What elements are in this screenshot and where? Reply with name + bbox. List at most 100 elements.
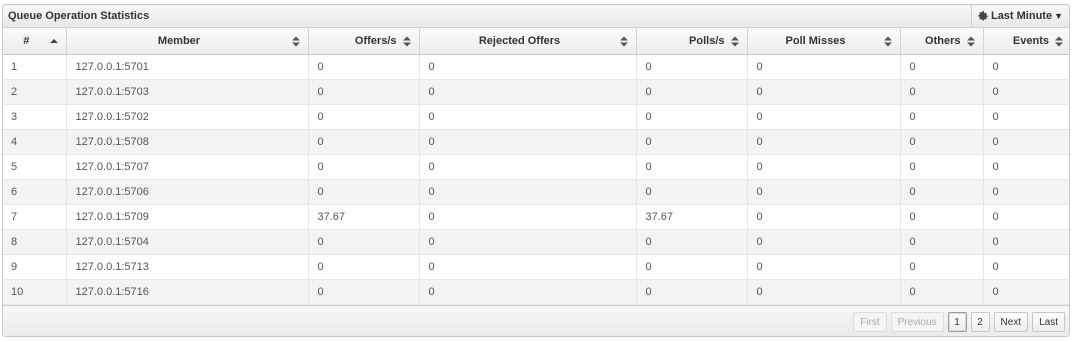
table-cell: 0 — [419, 154, 637, 180]
column-header-1[interactable]: Member — [66, 28, 309, 55]
column-header-label: Poll Misses — [785, 34, 846, 47]
stats-table: # Member Offers/s Rejected Offers Polls/s Pol… — [3, 28, 1069, 305]
table-cell: 9 — [3, 254, 67, 280]
column-header-label: Polls/s — [689, 34, 725, 47]
table-cell: 127.0.0.1:5706 — [66, 179, 309, 205]
page-2-button[interactable]: 2 — [970, 312, 990, 332]
table-row: 10 127.0.0.1:5716 0 0 0 0 0 0 — [3, 279, 1069, 305]
table-cell: 0 — [419, 54, 637, 80]
first-page-button[interactable]: First — [853, 312, 887, 332]
previous-page-button[interactable]: Previous — [890, 312, 944, 332]
table-cell: 0 — [308, 229, 420, 255]
panel-header: Queue Operation Statistics Last Minute ▼ — [3, 5, 1069, 28]
table-cell: 127.0.0.1:5704 — [66, 229, 309, 255]
table-cell: 127.0.0.1:5703 — [66, 79, 309, 105]
gear-icon — [978, 10, 988, 20]
table-cell: 0 — [636, 54, 748, 80]
table-cell: 0 — [308, 254, 420, 280]
panel-title: Queue Operation Statistics — [8, 10, 150, 22]
column-header-3[interactable]: Rejected Offers — [419, 28, 637, 55]
table-cell: 0 — [419, 279, 637, 305]
table-cell: 0 — [983, 54, 1069, 80]
table-cell: 0 — [983, 229, 1069, 255]
table-cell: 0 — [983, 129, 1069, 155]
table-cell: 0 — [419, 104, 637, 130]
table-cell: 6 — [3, 179, 67, 205]
column-header-2[interactable]: Offers/s — [308, 28, 420, 55]
table-cell: 0 — [636, 154, 748, 180]
table-cell: 0 — [747, 79, 901, 105]
table-cell: 0 — [636, 129, 748, 155]
time-range-label: Last Minute — [990, 10, 1053, 22]
table-cell: 0 — [983, 179, 1069, 205]
table-cell: 0 — [419, 229, 637, 255]
table-cell: 0 — [747, 154, 901, 180]
column-header-0[interactable]: # — [3, 28, 67, 55]
table-cell: 8 — [3, 229, 67, 255]
table-row: 2 127.0.0.1:5703 0 0 0 0 0 0 — [3, 79, 1069, 105]
table-cell: 5 — [3, 154, 67, 180]
table-cell: 0 — [747, 254, 901, 280]
table-row: 7 127.0.0.1:5709 37.67 0 37.67 0 0 0 — [3, 204, 1069, 230]
table-cell: 127.0.0.1:5702 — [66, 104, 309, 130]
sort-icon — [730, 36, 739, 47]
table-cell: 127.0.0.1:5708 — [66, 129, 309, 155]
table-cell: 2 — [3, 79, 67, 105]
column-header-5[interactable]: Poll Misses — [747, 28, 901, 55]
table-cell: 4 — [3, 129, 67, 155]
table-cell: 0 — [419, 254, 637, 280]
sort-icon — [619, 36, 628, 47]
table-cell: 0 — [308, 129, 420, 155]
table-cell: 0 — [747, 204, 901, 230]
table-cell: 0 — [308, 279, 420, 305]
table-cell: 0 — [747, 229, 901, 255]
table-cell: 0 — [983, 279, 1069, 305]
table-cell: 0 — [308, 54, 420, 80]
last-page-button[interactable]: Last — [1032, 312, 1065, 332]
table-cell: 3 — [3, 104, 67, 130]
table-cell: 127.0.0.1:5709 — [66, 204, 309, 230]
table-row: 5 127.0.0.1:5707 0 0 0 0 0 0 — [3, 154, 1069, 180]
sort-ascending-icon — [49, 39, 58, 43]
table-cell: 0 — [419, 79, 637, 105]
sort-icon — [1055, 36, 1063, 47]
table-row: 3 127.0.0.1:5702 0 0 0 0 0 0 — [3, 104, 1069, 130]
next-page-button[interactable]: Next — [993, 312, 1029, 332]
table-cell: 0 — [900, 254, 984, 280]
table-cell: 0 — [983, 79, 1069, 105]
table-footer: First Previous 1 2 Next Last — [3, 305, 1069, 336]
table-cell: 0 — [747, 279, 901, 305]
column-header-6[interactable]: Others — [900, 28, 984, 55]
table-cell: 0 — [900, 204, 984, 230]
table-cell: 1 — [3, 54, 67, 80]
table-cell: 0 — [983, 254, 1069, 280]
table-cell: 0 — [636, 79, 748, 105]
time-range-dropdown[interactable]: Last Minute ▼ — [971, 5, 1069, 27]
table-cell: 0 — [747, 129, 901, 155]
table-cell: 0 — [308, 154, 420, 180]
column-header-4[interactable]: Polls/s — [636, 28, 748, 55]
table-cell: 0 — [900, 229, 984, 255]
table-cell: 0 — [308, 79, 420, 105]
column-header-7[interactable]: Events — [983, 28, 1069, 55]
table-cell: 37.67 — [636, 204, 748, 230]
table-cell: 127.0.0.1:5701 — [66, 54, 309, 80]
pagination: First Previous 1 2 Next Last — [853, 312, 1065, 332]
table-cell: 0 — [747, 179, 901, 205]
table-cell: 0 — [308, 179, 420, 205]
table-cell: 0 — [636, 179, 748, 205]
table-cell: 7 — [3, 204, 67, 230]
table-cell: 0 — [747, 54, 901, 80]
column-header-label: Member — [157, 34, 201, 47]
page-1-button[interactable]: 1 — [947, 312, 967, 332]
sort-icon — [291, 36, 300, 47]
column-header-label: Others — [925, 34, 961, 47]
table-cell: 0 — [983, 154, 1069, 180]
table-cell: 37.67 — [308, 204, 420, 230]
queue-stats-panel: Queue Operation Statistics Last Minute ▼… — [2, 4, 1070, 337]
table-cell: 127.0.0.1:5707 — [66, 154, 309, 180]
column-header-label: Rejected Offers — [478, 34, 561, 47]
table-cell: 0 — [419, 179, 637, 205]
table-cell: 0 — [308, 104, 420, 130]
chevron-down-icon: ▼ — [1054, 11, 1064, 21]
